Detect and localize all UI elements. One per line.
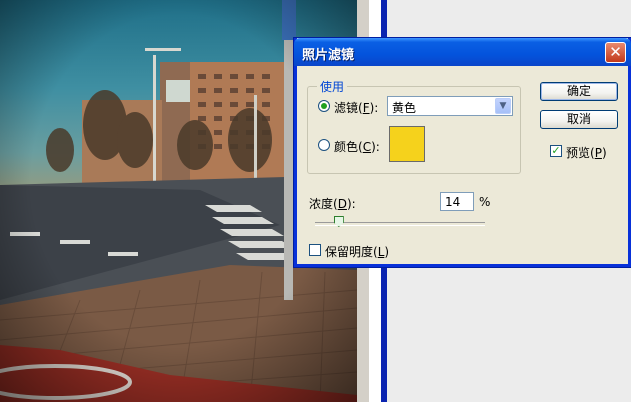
use-group-label: 使用 (317, 78, 348, 95)
cancel-button[interactable]: 取消 (540, 110, 618, 129)
ok-button[interactable]: 确定 (540, 82, 618, 101)
density-hotkey: D (337, 197, 347, 211)
color-label-suffix: ): (371, 140, 380, 154)
density-label-suffix: ): (346, 197, 356, 211)
color-hotkey: C (362, 140, 372, 154)
color-label-text: 颜色( (334, 140, 363, 154)
close-icon: ✕ (609, 43, 622, 61)
preview-label-text: 预览( (566, 146, 595, 160)
preserve-label-text: 保留明度( (325, 245, 378, 259)
color-radio-label[interactable]: 颜色(C): (334, 138, 380, 155)
preserve-label-suffix: ) (384, 245, 390, 259)
preserve-luminosity-checkbox[interactable] (309, 244, 321, 256)
preview-checkbox[interactable]: ✓ (550, 145, 562, 157)
dialog-title: 照片滤镜 (302, 48, 355, 63)
filter-dropdown-value: 黄色 (392, 101, 417, 115)
preview-label-suffix: ) (601, 146, 607, 160)
color-swatch[interactable] (389, 126, 425, 162)
check-icon: ✓ (551, 144, 561, 157)
dropdown-arrow-glyph: ▼ (499, 101, 507, 111)
dialog-titlebar[interactable]: 照片滤镜 ✕ (294, 38, 631, 66)
filter-label-text: 滤镜( (334, 101, 363, 115)
density-input[interactable]: 14 (440, 192, 474, 211)
photo-filter-dialog: 照片滤镜 ✕ 使用 滤镜(F): 黄色 ▼ 颜色(C): 确定 取消 ✓ 预览(… (294, 38, 631, 267)
color-radio[interactable] (318, 139, 330, 151)
filter-radio[interactable] (318, 100, 330, 112)
percent-sign: % (479, 195, 491, 209)
filter-dropdown[interactable]: 黄色 ▼ (387, 96, 513, 116)
preview-hotkey: P (594, 146, 602, 160)
close-button[interactable]: ✕ (605, 42, 626, 63)
preview-label[interactable]: 预览(P) (566, 144, 607, 161)
filter-hotkey: F (362, 101, 370, 115)
filter-label-suffix: ): (369, 101, 379, 115)
filter-radio-label[interactable]: 滤镜(F): (334, 99, 378, 116)
density-label-text: 浓度( (309, 197, 338, 211)
density-label: 浓度(D): (309, 195, 356, 212)
chevron-down-icon[interactable]: ▼ (495, 98, 511, 114)
preserve-luminosity-label[interactable]: 保留明度(L) (325, 243, 389, 260)
